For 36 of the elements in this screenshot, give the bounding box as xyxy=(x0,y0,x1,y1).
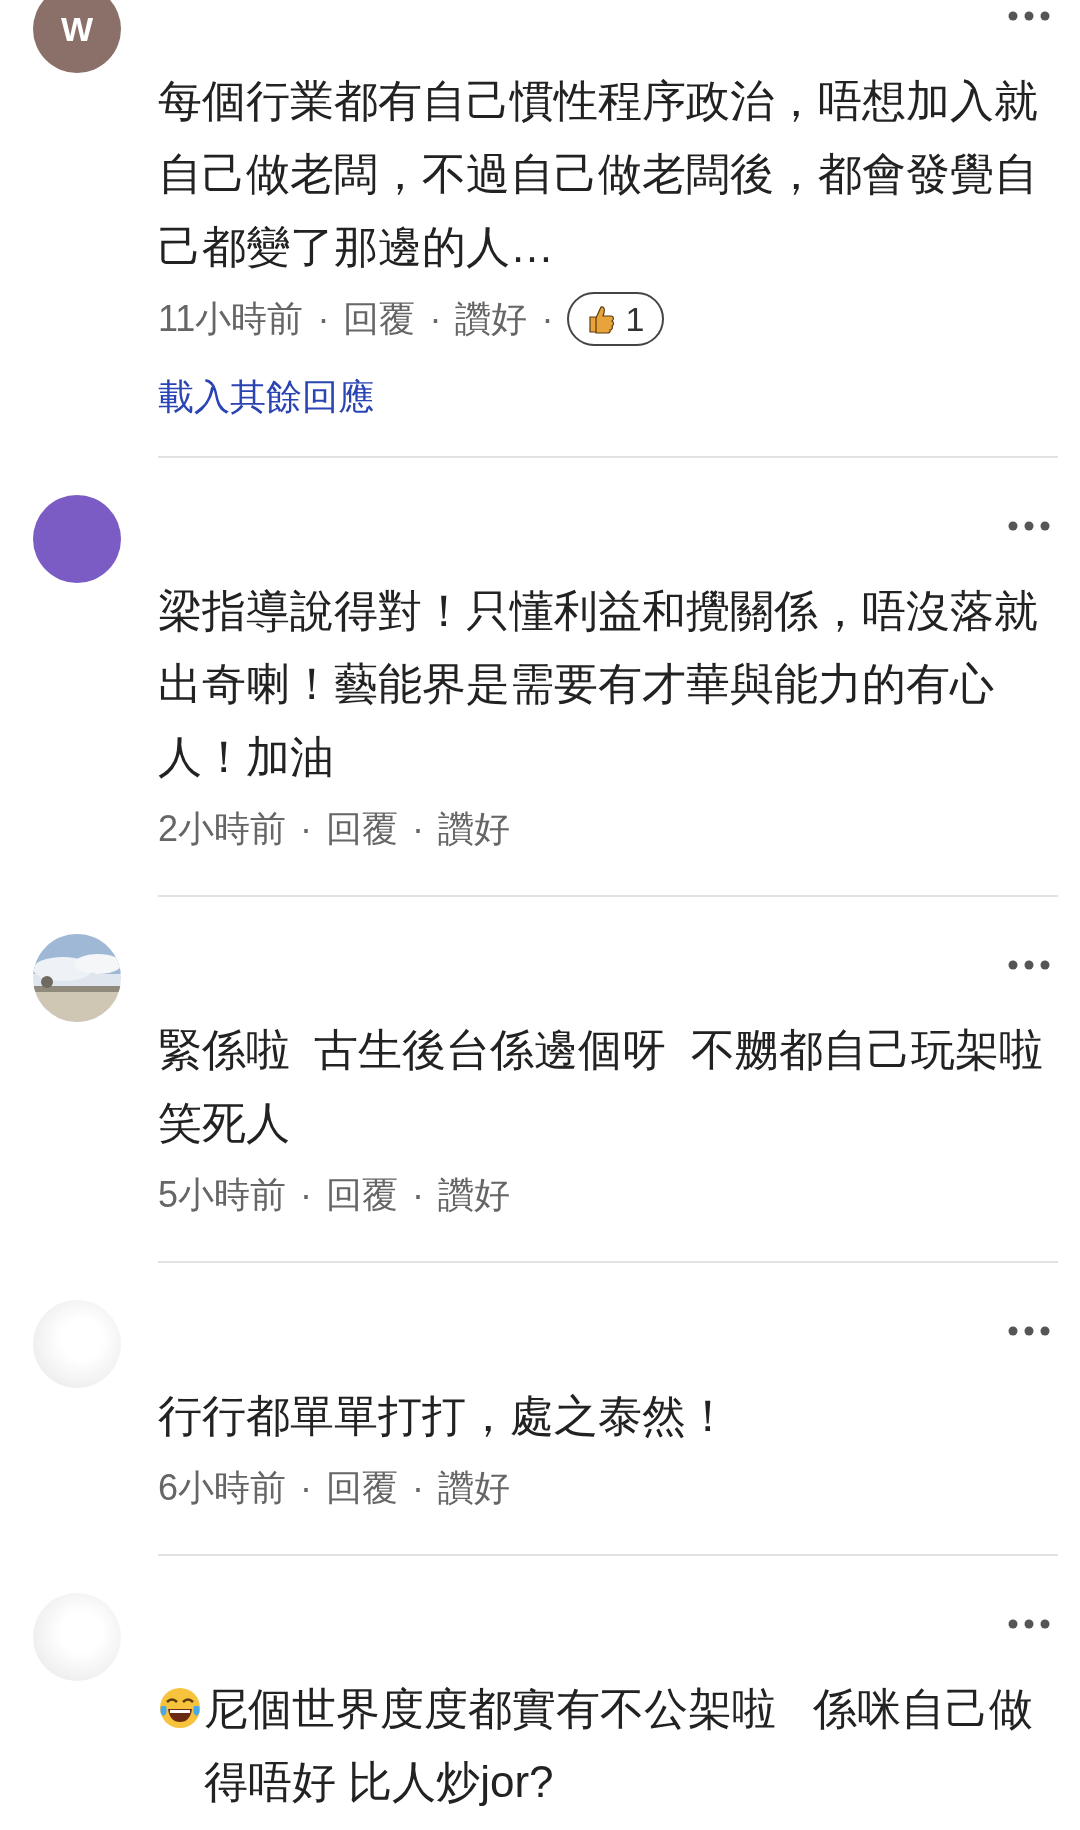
more-options-icon[interactable] xyxy=(1008,960,1050,970)
reaction-badge[interactable]: 1 xyxy=(567,292,665,346)
separator-dot: · xyxy=(429,298,442,340)
separator-dot: · xyxy=(412,1174,425,1216)
avatar-letter: W xyxy=(60,9,94,49)
comment-text: 尼個世界度度都實有不公架啦 係咪自己做得唔好 比人炒jor? xyxy=(204,1683,1034,1808)
comment-time: 11小時前 xyxy=(158,296,304,341)
comment-text: 每個行業都有自己慣性程序政治，唔想加入就自己做老闆，不過自己做老闆後，都會發覺自己都變了那邊的人… xyxy=(158,76,1038,271)
separator-dot: · xyxy=(300,1467,313,1509)
more-options-icon[interactable] xyxy=(1008,11,1050,21)
separator-dot: · xyxy=(412,808,425,850)
comment-action-link[interactable]: 讚好 xyxy=(455,294,528,344)
thumbs-up-icon xyxy=(587,304,616,334)
comment-action-link[interactable]: 回覆 xyxy=(326,1170,399,1220)
comment-action-link[interactable]: 回覆 xyxy=(343,294,416,344)
comment-time: 6小時前 xyxy=(158,1465,287,1510)
more-options-icon[interactable] xyxy=(1008,521,1050,531)
comment-action-link[interactable]: 讚好 xyxy=(438,804,511,854)
comment-action-link[interactable]: 回覆 xyxy=(326,1463,399,1513)
separator-dot: · xyxy=(541,298,554,340)
avatar[interactable]: W xyxy=(33,0,121,73)
comment-text: 行行都單單打打，處之泰然！ xyxy=(158,1391,730,1440)
comment-time: 5小時前 xyxy=(158,1172,287,1217)
separator-dot: · xyxy=(317,298,330,340)
comment-action-link[interactable]: 回覆 xyxy=(326,804,399,854)
separator-dot: · xyxy=(412,1467,425,1509)
more-options-icon[interactable] xyxy=(1008,1326,1050,1336)
separator-dot: · xyxy=(300,1174,313,1216)
comment-action-link[interactable]: 讚好 xyxy=(438,1170,511,1220)
comment-text: 緊係啦 古生後台係邊個呀 不嬲都自己玩架啦笑死人 xyxy=(158,1025,1043,1147)
comment-text: 梁指導說得對！只懂利益和攪關係，唔沒落就出奇喇！藝能界是需要有才華與能力的有心人！加油 xyxy=(158,586,1038,781)
separator-dot: · xyxy=(300,808,313,850)
comment-time: 2小時前 xyxy=(158,806,287,851)
comment-action-link[interactable]: 讚好 xyxy=(438,1463,511,1513)
load-more-replies-link[interactable]: 載入其餘回應 xyxy=(158,373,374,422)
more-options-icon[interactable] xyxy=(1008,1619,1050,1629)
